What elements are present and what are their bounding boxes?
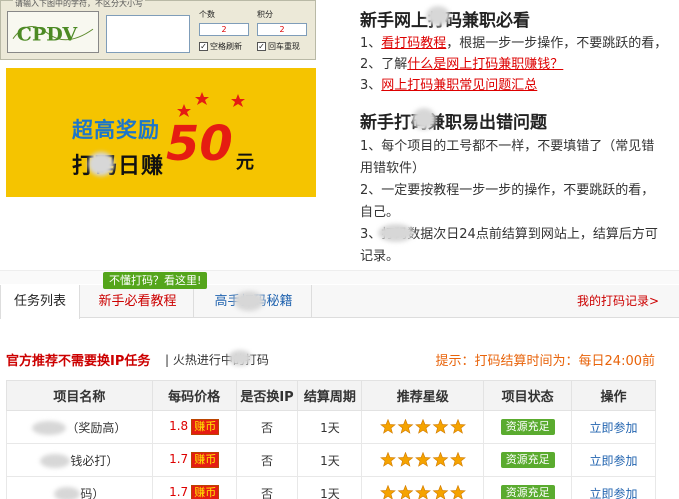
task-table: 项目名称 每码价格 是否换IP 结算周期 推荐星级 项目状态 操作 （奖励高） 1… xyxy=(6,380,656,499)
blurred-region xyxy=(426,6,450,26)
task-status: 资源充足 xyxy=(483,476,573,499)
col-header: 结算周期 xyxy=(297,380,363,411)
my-records-link[interactable]: 我的打码记录> xyxy=(577,285,659,318)
task-status: 资源充足 xyxy=(483,443,573,477)
article-para-2a: 2、一定要按教程一步一步的操作，不要跳跃的看， xyxy=(360,183,655,198)
article-para-1a: 1、每个项目的工号都不一样，不要填错了（常见错 xyxy=(360,139,655,154)
coin-badge: 赚币 xyxy=(191,419,220,435)
join-button[interactable]: 立即参加 xyxy=(590,454,638,468)
promo-banner[interactable]: 超高奖励 打码日赚 50 元 xyxy=(6,68,316,197)
col-header: 推荐星级 xyxy=(361,380,485,411)
banner-amount: 50 xyxy=(166,116,233,172)
settlement-tip: 提示：打码结算时间为：每日24:00前 xyxy=(435,354,655,369)
task-price: 1.7 赚币 xyxy=(151,443,237,477)
table-row: （奖励高） 1.8 赚币否 1天 资源充足 立即参加 xyxy=(6,410,656,444)
star-rating-icon xyxy=(379,451,466,467)
count-field[interactable]: 2 xyxy=(199,23,249,36)
col-header: 项目状态 xyxy=(483,380,573,411)
coin-badge: 赚币 xyxy=(191,485,220,499)
tab-bar: 任务列表 新手必看教程 高手打码秘籍 我的打码记录> xyxy=(0,285,679,319)
captcha-glyphs: CPDV xyxy=(12,24,94,46)
blurred-region xyxy=(378,224,414,242)
recommend-title: 官方推荐不需要换IP任务 xyxy=(6,354,151,369)
enter-label: 回车重现 xyxy=(268,42,300,51)
blurred-region xyxy=(234,291,264,311)
tutorial-link[interactable]: 看打码教程 xyxy=(381,36,446,51)
recommend-subtitle: | 火热进行中的打码 xyxy=(165,353,269,367)
status-badge: 资源充足 xyxy=(500,485,555,499)
captcha-text: CPDV xyxy=(17,24,79,46)
what-is-link[interactable]: 什么是网上打码兼职赚钱？ xyxy=(407,57,563,72)
task-price: 1.7 赚币 xyxy=(151,476,237,499)
score-label: 积分 xyxy=(257,10,273,19)
captcha-legend: 请输入下图中的字符，不区分大小写 xyxy=(13,0,145,9)
task-ip: 否 xyxy=(235,410,299,444)
task-rating xyxy=(361,410,485,444)
blurred-region xyxy=(54,487,81,499)
col-header: 项目名称 xyxy=(6,380,153,411)
refresh-label: 空格刷新 xyxy=(210,42,242,51)
article-para-2b: 自己。 xyxy=(360,205,400,220)
blurred-region xyxy=(32,421,67,435)
task-name: （奖励高） xyxy=(6,410,153,444)
article-item-3: 3、网上打码兼职常见问题汇总 xyxy=(360,78,538,93)
task-name: 码） xyxy=(6,476,153,499)
col-header: 操作 xyxy=(571,380,656,411)
task-cycle: 1天 xyxy=(297,443,363,477)
blurred-region xyxy=(412,108,436,130)
banner-subtitle: 打码日赚 xyxy=(72,154,165,179)
article-item-1: 1、看打码教程，根据一步一步操作，不要跳跃的看， xyxy=(360,36,668,51)
banner-title: 超高奖励 xyxy=(72,118,160,142)
banner-unit: 元 xyxy=(236,152,254,173)
blurred-region xyxy=(228,350,252,366)
coin-badge: 赚币 xyxy=(191,452,220,468)
star-rating-icon xyxy=(379,484,466,499)
task-rating xyxy=(361,443,485,477)
task-ip: 否 xyxy=(235,443,299,477)
col-header: 每码价格 xyxy=(151,380,237,411)
task-ip: 否 xyxy=(235,476,299,499)
task-price: 1.8 赚币 xyxy=(151,410,237,444)
article-heading-2: 新手打码兼职易出错问题 xyxy=(360,113,547,133)
task-action: 立即参加 xyxy=(571,476,656,499)
faq-link[interactable]: 网上打码兼职常见问题汇总 xyxy=(381,78,537,93)
section-divider xyxy=(0,270,679,284)
task-action: 立即参加 xyxy=(571,443,656,477)
status-badge: 资源充足 xyxy=(500,419,555,435)
task-rating xyxy=(361,476,485,499)
join-button[interactable]: 立即参加 xyxy=(590,421,638,435)
task-name: 钱必打） xyxy=(6,443,153,477)
task-action: 立即参加 xyxy=(571,410,656,444)
col-header: 是否换IP xyxy=(235,380,299,411)
checkbox-icon: ✓ xyxy=(257,42,266,51)
blurred-region xyxy=(40,454,71,468)
article-item-2: 2、了解什么是网上打码兼职赚钱？ xyxy=(360,57,564,72)
blurred-region xyxy=(88,152,114,176)
enter-checkbox[interactable]: ✓ 回车重现 xyxy=(257,41,300,52)
captcha-input[interactable] xyxy=(106,15,190,53)
status-badge: 资源充足 xyxy=(500,452,555,468)
article-para-3b: 记录。 xyxy=(360,249,400,264)
captcha-panel: 请输入下图中的字符，不区分大小写 CPDV 个数 2 积分 2 ✓ 空格刷新 ✓… xyxy=(0,0,316,60)
tab-task-list[interactable]: 任务列表 xyxy=(0,285,80,319)
task-status: 资源充足 xyxy=(483,410,573,444)
table-row: 钱必打） 1.7 赚币否 1天 资源充足 立即参加 xyxy=(6,443,656,477)
article-para-1b: 用错软件） xyxy=(360,161,426,176)
table-row: 码） 1.7 赚币否 1天 资源充足 立即参加 xyxy=(6,476,656,499)
star-rating-icon xyxy=(379,418,466,434)
count-label: 个数 xyxy=(199,10,215,19)
checkbox-icon: ✓ xyxy=(199,42,208,51)
tab-beginner-tutorial[interactable]: 新手必看教程 xyxy=(82,285,194,318)
help-hint-badge[interactable]: 不懂打码？看这里! xyxy=(103,272,208,289)
refresh-checkbox[interactable]: ✓ 空格刷新 xyxy=(199,41,242,52)
captcha-image[interactable]: CPDV xyxy=(7,11,99,53)
task-cycle: 1天 xyxy=(297,476,363,499)
table-header-row: 项目名称 每码价格 是否换IP 结算周期 推荐星级 项目状态 操作 xyxy=(6,380,656,411)
task-cycle: 1天 xyxy=(297,410,363,444)
score-field[interactable]: 2 xyxy=(257,23,307,36)
join-button[interactable]: 立即参加 xyxy=(590,487,638,499)
